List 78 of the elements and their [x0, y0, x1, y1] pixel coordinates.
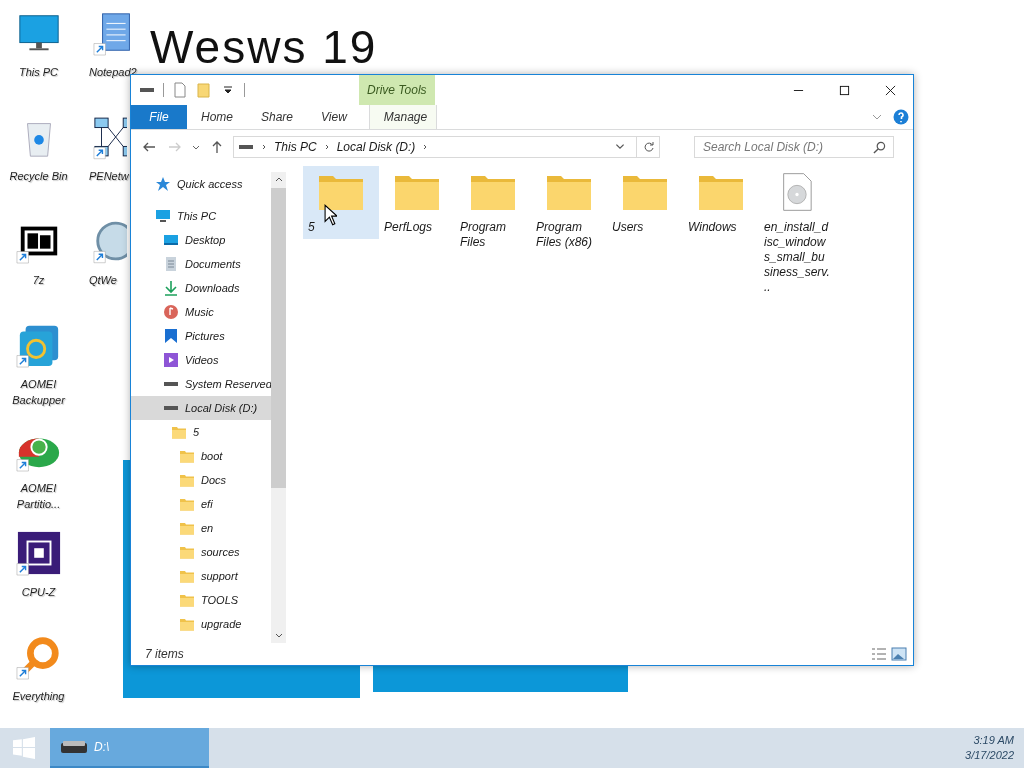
- desktop-icon-label[interactable]: Everything: [3, 688, 74, 704]
- nav-item[interactable]: Desktop: [131, 228, 271, 252]
- nav-item[interactable]: Music: [131, 300, 271, 324]
- address-bar[interactable]: This PC Local Disk (D:): [233, 136, 660, 158]
- context-tab-header: Drive Tools: [359, 75, 435, 105]
- breadcrumb[interactable]: This PC: [274, 140, 317, 154]
- nav-item[interactable]: upgrade: [131, 612, 271, 636]
- nav-item[interactable]: en: [131, 516, 271, 540]
- file-item[interactable]: en_install_disc_windows_small_business_serv...: [759, 166, 835, 299]
- desktop-icon-label[interactable]: 7z: [3, 272, 74, 288]
- clock-time: 3:19 AM: [973, 733, 1014, 748]
- file-item[interactable]: Program Files: [455, 166, 531, 254]
- help-icon[interactable]: [893, 109, 909, 125]
- picture-icon: [163, 328, 179, 344]
- ribbon-tab[interactable]: View: [307, 105, 361, 129]
- nav-item[interactable]: TOOLS: [131, 588, 271, 612]
- nav-item[interactable]: Docs: [131, 468, 271, 492]
- close-icon: [884, 84, 896, 96]
- nav-item[interactable]: boot: [131, 444, 271, 468]
- desktop-icon-label[interactable]: CPU-Z: [3, 584, 74, 600]
- large-icons-view-icon[interactable]: [891, 647, 907, 661]
- nav-item[interactable]: support: [131, 564, 271, 588]
- file-item[interactable]: 5: [303, 166, 379, 239]
- ribbon-tab[interactable]: Share: [247, 105, 308, 129]
- folder-icon: [179, 496, 195, 512]
- download-icon: [163, 280, 179, 296]
- video-icon: [163, 352, 179, 368]
- start-button-icon[interactable]: [13, 737, 35, 759]
- file-tab[interactable]: File: [131, 105, 187, 129]
- chevron-icon[interactable]: [260, 143, 268, 151]
- folder-icon: [179, 616, 195, 632]
- search-icon: [873, 141, 886, 154]
- nav-item[interactable]: Videos: [131, 348, 271, 372]
- status-text: 7 items: [145, 647, 184, 661]
- nav-item[interactable]: Downloads: [131, 276, 271, 300]
- chip-icon[interactable]: [15, 530, 62, 576]
- folder-icon: [179, 448, 195, 464]
- music-icon: [163, 304, 179, 320]
- scrollbar[interactable]: [271, 172, 286, 643]
- file-item[interactable]: Program Files (x86): [531, 166, 607, 254]
- clock-date: 3/17/2022: [965, 748, 1014, 763]
- file-item[interactable]: Windows: [683, 166, 759, 239]
- folder-icon: [179, 544, 195, 560]
- nav-item[interactable]: Documents: [131, 252, 271, 276]
- desktop-icon-label[interactable]: AOMEI Backupper: [3, 376, 74, 408]
- desktop-icon-label[interactable]: Recycle Bin: [3, 168, 74, 184]
- drive-icon: [60, 739, 88, 755]
- desktop-icon-label[interactable]: Notepad2: [89, 64, 137, 80]
- breadcrumb[interactable]: Local Disk (D:): [336, 140, 416, 154]
- wallpaper-text: Wesws 19: [150, 24, 378, 70]
- nav-item[interactable]: Pictures: [131, 324, 271, 348]
- star-icon: [155, 176, 171, 192]
- folder-icon: [179, 568, 195, 584]
- nav-item[interactable]: Quick access: [131, 172, 271, 196]
- file-item[interactable]: PerfLogs: [379, 166, 455, 239]
- ribbon-tab[interactable]: Home: [187, 105, 247, 129]
- desktop-icon-label[interactable]: AOMEI Partitio...: [3, 480, 74, 512]
- nav-item[interactable]: Local Disk (D:): [131, 396, 271, 420]
- refresh-icon[interactable]: [643, 141, 655, 153]
- search-field[interactable]: Search Local Disk (D:): [694, 136, 894, 158]
- monitor-icon: [155, 208, 171, 224]
- ribbon-tab[interactable]: Manage: [368, 105, 437, 129]
- folder-icon: [171, 424, 187, 440]
- desktop-icon: [163, 232, 179, 248]
- document-icon: [163, 256, 179, 272]
- mouse-cursor-icon: [324, 204, 337, 226]
- desktop-icon-label[interactable]: PENetw: [89, 168, 129, 184]
- nav-item[interactable]: 5: [131, 420, 271, 444]
- nav-item[interactable]: efi: [131, 492, 271, 516]
- maximize-icon: [838, 84, 850, 96]
- desktop-icon-label[interactable]: QtWe: [89, 272, 117, 288]
- nav-item[interactable]: sources: [131, 540, 271, 564]
- folder-icon: [179, 520, 195, 536]
- desktop-icon-label[interactable]: This PC: [3, 64, 74, 80]
- folder-icon: [179, 472, 195, 488]
- folder-icon: [179, 592, 195, 608]
- nav-item[interactable]: This PC: [131, 204, 271, 228]
- file-item[interactable]: Users: [607, 166, 683, 239]
